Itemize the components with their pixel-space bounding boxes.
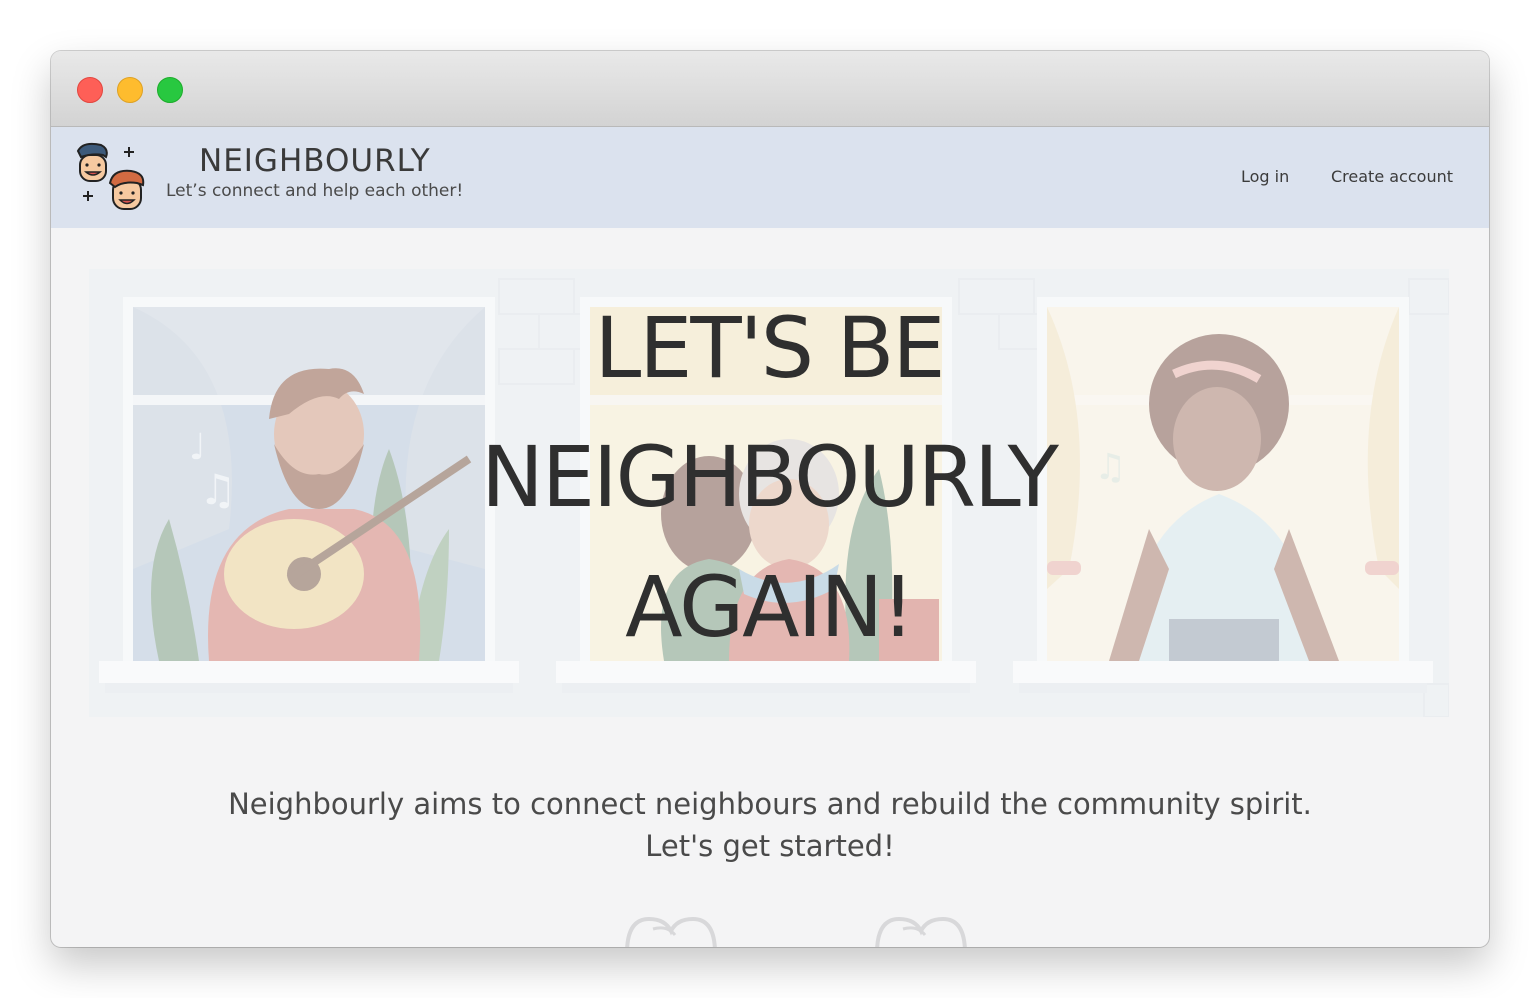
intro-line-1: Neighbourly aims to connect neighbours a… [228, 787, 1312, 821]
brand-name[interactable]: NEIGHBOURLY [199, 143, 431, 179]
hero-heading-line-2: NEIGHBOURLY [480, 428, 1059, 526]
create-account-link[interactable]: Create account [1331, 167, 1453, 186]
minimize-window-button[interactable] [117, 77, 143, 103]
heart-outline-icon [875, 916, 967, 947]
heart-outline-icon [625, 916, 717, 947]
hero-heading-line-3: AGAIN! [625, 558, 915, 656]
window-titlebar [51, 51, 1489, 127]
hero-heading-line-1: LET'S BE [594, 299, 946, 397]
intro-text: Neighbourly aims to connect neighbours a… [51, 783, 1489, 867]
tagline: Let’s connect and help each other! [166, 181, 464, 201]
two-faces-icon[interactable] [73, 141, 149, 215]
zoom-window-button[interactable] [157, 77, 183, 103]
intro-line-2: Let's get started! [645, 829, 895, 863]
browser-window: NEIGHBOURLY Let’s connect and help each … [51, 51, 1489, 947]
login-link[interactable]: Log in [1241, 167, 1289, 186]
close-window-button[interactable] [77, 77, 103, 103]
site-header: NEIGHBOURLY Let’s connect and help each … [51, 127, 1489, 228]
hero-banner: ♩ ♫ ♫ LET'S BE NEIGHBOURLY AGAIN! [89, 269, 1449, 717]
